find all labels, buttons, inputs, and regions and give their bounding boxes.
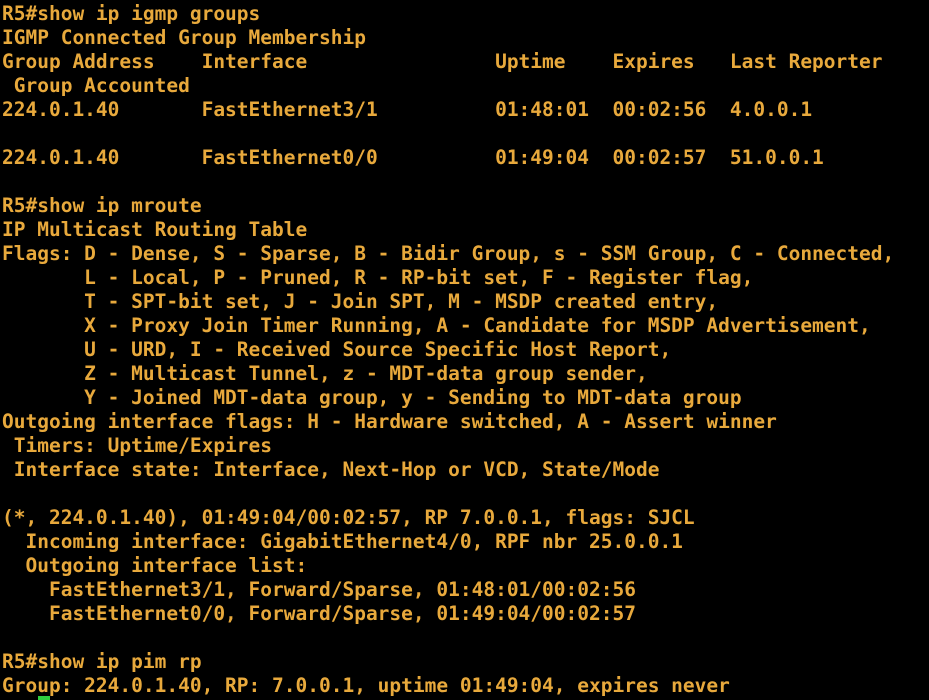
terminal-output: R5#show ip igmp groups IGMP Connected Gr… (2, 2, 894, 698)
outgoing-interface-entry: FastEthernet0/0, Forward/Sparse, 01:49:0… (2, 602, 636, 625)
prompt-show-ip-igmp-groups: R5#show ip igmp groups (2, 2, 261, 25)
prompt-show-ip-pim-rp: R5#show ip pim rp (2, 650, 202, 673)
outgoing-interface-entry: FastEthernet3/1, Forward/Sparse, 01:48:0… (2, 578, 636, 601)
incoming-interface-line: Incoming interface: GigabitEthernet4/0, … (2, 530, 683, 553)
pim-rp-group-line: Group: 224.0.1.40, RP: 7.0.0.1, uptime 0… (2, 674, 730, 697)
igmp-group-row: 224.0.1.40 FastEthernet3/1 01:48:01 00:0… (2, 98, 813, 121)
mroute-flags-line: Y - Joined MDT-data group, y - Sending t… (2, 386, 742, 409)
mroute-flags-line: Z - Multicast Tunnel, z - MDT-data group… (2, 362, 648, 385)
interface-state-line: Interface state: Interface, Next-Hop or … (2, 458, 660, 481)
timers-line: Timers: Uptime/Expires (2, 434, 273, 457)
mroute-flags-line: X - Proxy Join Timer Running, A - Candid… (2, 314, 871, 337)
igmp-header-title: IGMP Connected Group Membership (2, 26, 366, 49)
igmp-group-row: 224.0.1.40 FastEthernet0/0 01:49:04 00:0… (2, 146, 824, 169)
mroute-entry-line: (*, 224.0.1.40), 01:49:04/00:02:57, RP 7… (2, 506, 695, 529)
mroute-flags-line: T - SPT-bit set, J - Join SPT, M - MSDP … (2, 290, 719, 313)
outgoing-interface-flags-line: Outgoing interface flags: H - Hardware s… (2, 410, 777, 433)
mroute-flags-line: Flags: D - Dense, S - Sparse, B - Bidir … (2, 242, 895, 265)
terminal-cursor (38, 696, 50, 700)
mroute-flags-line: L - Local, P - Pruned, R - RP-bit set, F… (2, 266, 754, 289)
prompt-show-ip-mroute: R5#show ip mroute (2, 194, 202, 217)
mroute-table-title: IP Multicast Routing Table (2, 218, 308, 241)
outgoing-interface-list-label: Outgoing interface list: (2, 554, 308, 577)
igmp-column-headers: Group Address Interface Uptime Expires L… (2, 50, 883, 73)
igmp-column-headers-cont: Group Accounted (2, 74, 190, 97)
terminal-window[interactable]: R5#show ip igmp groups IGMP Connected Gr… (0, 0, 929, 700)
mroute-flags-line: U - URD, I - Received Source Specific Ho… (2, 338, 672, 361)
